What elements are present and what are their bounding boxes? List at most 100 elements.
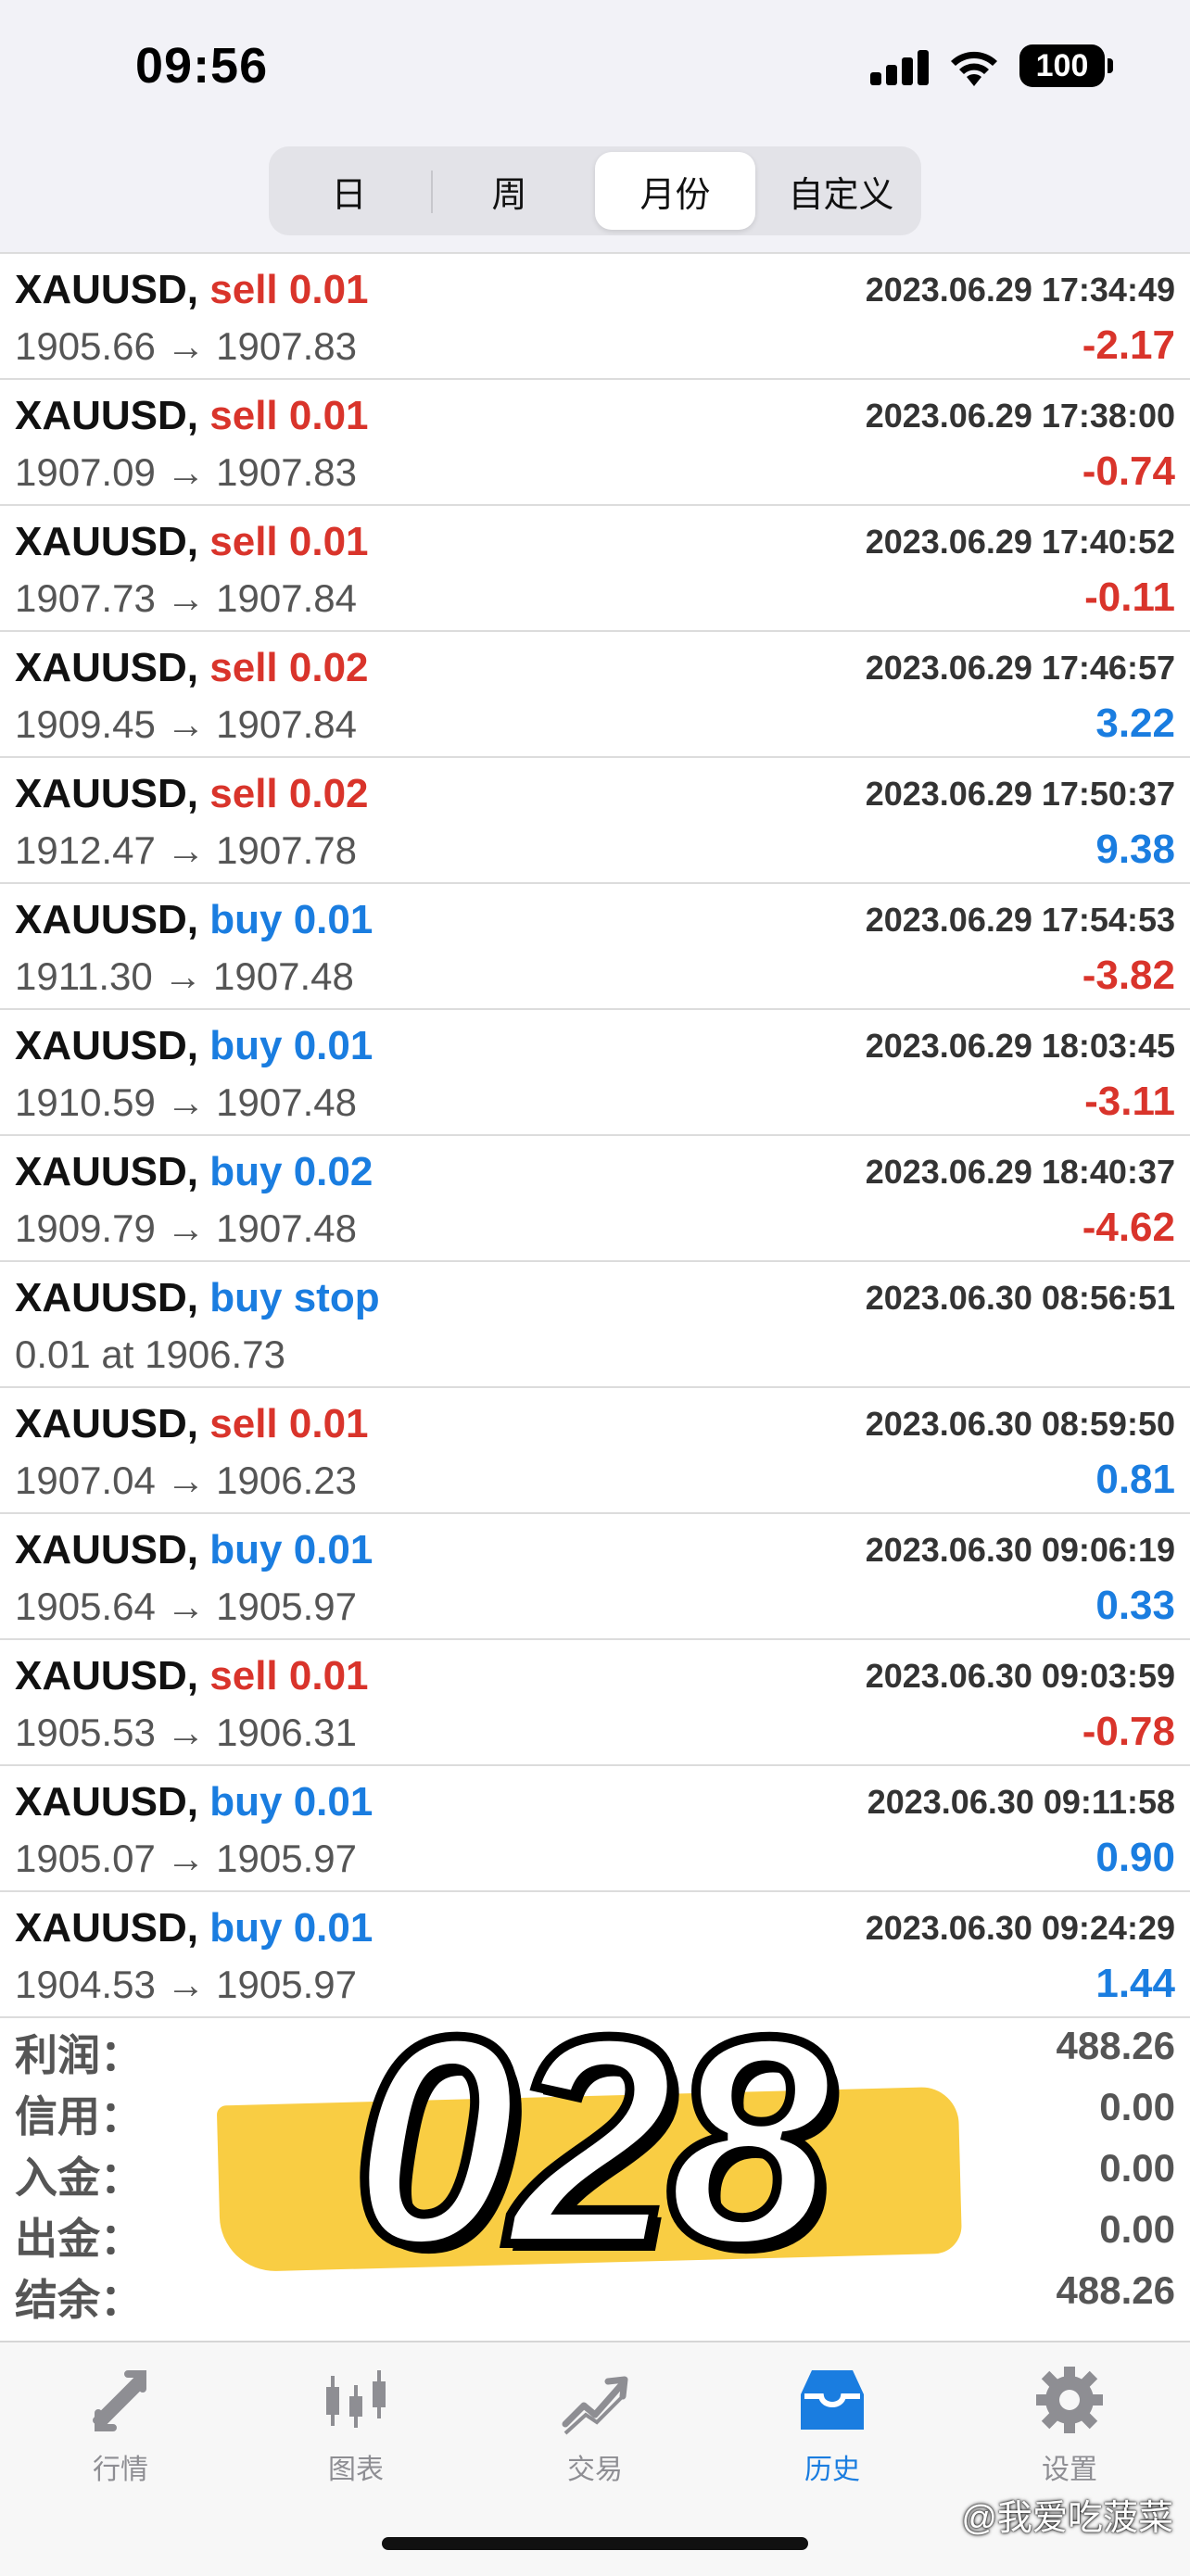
segment-custom[interactable]: 自定义 (761, 146, 921, 235)
summary-label: 结余： (15, 2276, 143, 2324)
trade-time: 2023.06.29 17:54:53 (865, 901, 1175, 939)
trade-row[interactable]: XAUUSD, buy 0.01 2023.06.30 09:11:58 190… (0, 1766, 1190, 1892)
trade-side: buy 0.02 (209, 1149, 373, 1194)
segment-day[interactable]: 日 (269, 146, 429, 235)
trade-side: buy 0.01 (209, 897, 373, 942)
trade-row[interactable]: XAUUSD, sell 0.01 2023.06.29 17:34:49 19… (0, 252, 1190, 380)
trade-side: sell 0.01 (209, 1401, 369, 1446)
trade-row[interactable]: XAUUSD, sell 0.02 2023.06.29 17:50:37 19… (0, 758, 1190, 884)
trade-symbol: XAUUSD, sell 0.02 (15, 771, 369, 816)
trade-row[interactable]: XAUUSD, sell 0.01 2023.06.30 09:03:59 19… (0, 1640, 1190, 1766)
trade-icon (562, 2376, 628, 2435)
battery-icon: 100 (1019, 44, 1113, 87)
trade-prices: 1905.07 → 1905.97 (15, 1837, 357, 1880)
tab-history[interactable]: 历史 (758, 2363, 906, 2487)
trade-prices: 1907.09 → 1907.83 (15, 450, 357, 494)
trade-side: sell 0.01 (209, 1653, 369, 1698)
trade-row[interactable]: XAUUSD, buy 0.01 2023.06.30 09:06:19 190… (0, 1514, 1190, 1640)
trade-prices: 1907.73 → 1907.84 (15, 576, 357, 620)
trade-prices: 1905.53 → 1906.31 (15, 1711, 357, 1754)
tab-settings[interactable]: 设置 (995, 2363, 1144, 2487)
trade-symbol: XAUUSD, sell 0.01 (15, 1653, 369, 1698)
trade-prices: 1905.66 → 1907.83 (15, 324, 357, 368)
summary-label: 信用： (15, 2092, 143, 2140)
trade-side: buy 0.01 (209, 1779, 373, 1825)
trade-side: sell 0.01 (209, 393, 369, 438)
trade-symbol: XAUUSD, sell 0.01 (15, 1401, 369, 1446)
trade-time: 2023.06.29 17:46:57 (865, 649, 1175, 687)
trade-side: sell 0.02 (209, 771, 369, 816)
trade-profit: 9.38 (1095, 827, 1175, 872)
trade-profit: 0.90 (1095, 1835, 1175, 1880)
trade-time: 2023.06.30 09:24:29 (865, 1909, 1175, 1947)
trade-profit: -3.82 (1082, 953, 1175, 998)
trade-symbol: XAUUSD, buy 0.01 (15, 897, 373, 942)
trade-prices: 1909.79 → 1907.48 (15, 1206, 357, 1250)
trade-prices: 1907.04 → 1906.23 (15, 1458, 357, 1502)
history-icon (801, 2370, 864, 2430)
trade-prices: 1911.30 → 1907.48 (15, 954, 354, 998)
trade-profit: 1.44 (1095, 1961, 1175, 2006)
trade-time: 2023.06.29 17:38:00 (865, 397, 1175, 435)
trade-row[interactable]: XAUUSD, sell 0.01 2023.06.29 17:38:00 19… (0, 380, 1190, 506)
trade-side: buy 0.01 (209, 1905, 373, 1951)
tab-trade[interactable]: 交易 (521, 2363, 669, 2487)
trade-profit: 0.81 (1095, 1457, 1175, 1502)
trade-row[interactable]: XAUUSD, sell 0.01 2023.06.30 08:59:50 19… (0, 1388, 1190, 1514)
tab-chart[interactable]: 图表 (282, 2363, 430, 2487)
trade-time: 2023.06.30 08:59:50 (865, 1405, 1175, 1443)
trade-time: 2023.06.29 17:34:49 (865, 271, 1175, 309)
trade-time: 2023.06.30 09:06:19 (865, 1531, 1175, 1569)
home-indicator[interactable] (382, 2537, 808, 2550)
trade-symbol: XAUUSD, buy 0.02 (15, 1149, 373, 1194)
trade-time: 2023.06.29 17:50:37 (865, 775, 1175, 813)
status-time: 09:56 (135, 38, 269, 94)
trade-row[interactable]: XAUUSD, sell 0.02 2023.06.29 17:46:57 19… (0, 632, 1190, 758)
trade-prices: 0.01 at 1906.73 (15, 1332, 285, 1376)
summary-value: 0.00 (1099, 2207, 1175, 2251)
trade-profit: -0.78 (1082, 1709, 1175, 1754)
trade-row[interactable]: XAUUSD, buy 0.02 2023.06.29 18:40:37 190… (0, 1136, 1190, 1262)
trade-side: sell 0.02 (209, 645, 369, 690)
trade-row[interactable]: XAUUSD, buy 0.01 2023.06.29 18:03:45 191… (0, 1010, 1190, 1136)
trade-side: buy stop (209, 1275, 380, 1320)
chart-icon (326, 2370, 386, 2428)
summary-value: 0.00 (1099, 2146, 1175, 2190)
trade-profit: -0.74 (1082, 448, 1175, 494)
trade-time: 2023.06.29 18:40:37 (865, 1153, 1175, 1191)
trade-row[interactable]: XAUUSD, sell 0.01 2023.06.29 17:40:52 19… (0, 506, 1190, 632)
trade-symbol: XAUUSD, sell 0.01 (15, 267, 369, 312)
trade-side: buy 0.01 (209, 1023, 373, 1068)
trade-symbol: XAUUSD, sell 0.01 (15, 393, 369, 438)
trade-prices: 1910.59 → 1907.48 (15, 1080, 357, 1124)
trade-profit: 0.33 (1095, 1583, 1175, 1628)
summary-label: 出金： (15, 2215, 143, 2263)
wifi-icon (947, 45, 1001, 86)
trade-symbol: XAUUSD, buy 0.01 (15, 1527, 373, 1572)
trade-history-list: XAUUSD, sell 0.01 2023.06.29 17:34:49 19… (0, 252, 1190, 2018)
summary-label: 入金： (15, 2153, 143, 2202)
summary-value: 0.00 (1099, 2085, 1175, 2128)
cellular-signal-icon (870, 46, 929, 85)
quotes-icon (93, 2370, 146, 2431)
gear-icon (1036, 2367, 1103, 2433)
trade-symbol: XAUUSD, buy 0.01 (15, 1779, 373, 1825)
segment-month[interactable]: 月份 (595, 152, 755, 230)
trade-profit: -4.62 (1082, 1205, 1175, 1250)
trade-time: 2023.06.29 18:03:45 (865, 1027, 1175, 1065)
tab-quotes[interactable]: 行情 (46, 2363, 195, 2487)
segment-week[interactable]: 周 (429, 146, 589, 235)
status-bar: 09:56 100 (0, 0, 1190, 139)
trade-time: 2023.06.30 09:11:58 (867, 1783, 1175, 1821)
segment-divider (431, 170, 433, 213)
status-icons: 100 (870, 44, 1113, 87)
trade-row[interactable]: XAUUSD, buy 0.01 2023.06.29 17:54:53 191… (0, 884, 1190, 1010)
summary-label: 利润： (15, 2031, 143, 2079)
period-filter-bar: 日 周 月份 自定义 (0, 139, 1190, 252)
trade-time: 2023.06.29 17:40:52 (865, 523, 1175, 561)
trade-profit: -2.17 (1082, 322, 1175, 368)
trade-side: sell 0.01 (209, 267, 369, 312)
trade-row[interactable]: XAUUSD, buy stop 2023.06.30 08:56:51 0.0… (0, 1262, 1190, 1388)
trade-prices: 1909.45 → 1907.84 (15, 702, 357, 746)
trade-time: 2023.06.30 09:03:59 (865, 1657, 1175, 1695)
